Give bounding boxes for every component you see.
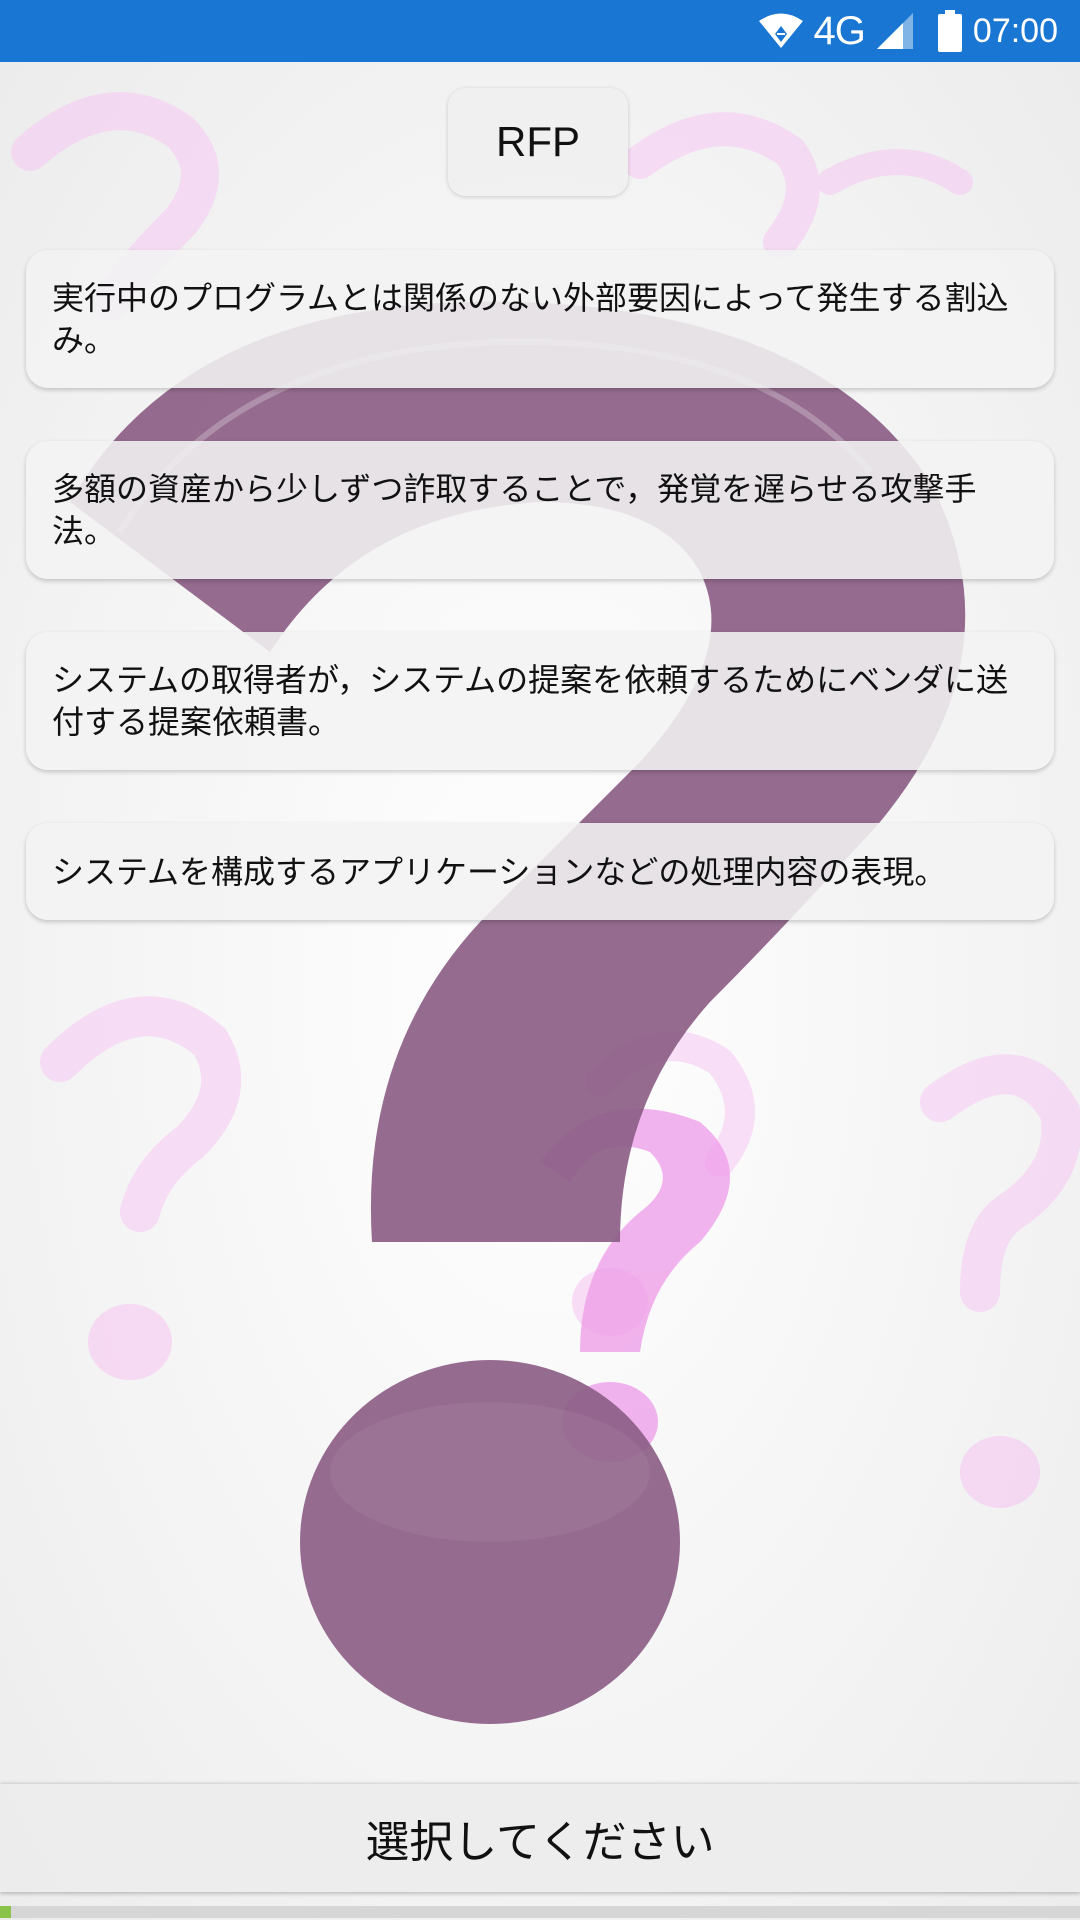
question-term: RFP (448, 88, 628, 196)
answer-option-2[interactable]: 多額の資産から少しずつ詐取することで，発覚を遅らせる攻撃手法。 (26, 441, 1054, 579)
clock: 07:00 (972, 11, 1058, 50)
network-type: 4G (813, 8, 866, 53)
answer-option-text: 実行中のプログラムとは関係のない外部要因によって発生する割込み。 (52, 279, 1009, 359)
select-prompt-button[interactable]: 選択してください (0, 1784, 1080, 1892)
answer-option-text: 多額の資産から少しずつ詐取することで，発覚を遅らせる攻撃手法。 (52, 470, 977, 550)
answer-option-4[interactable]: システムを構成するアプリケーションなどの処理内容の表現。 (26, 823, 1054, 920)
answer-option-3[interactable]: システムの取得者が，システムの提案を依頼するためにベンダに送付する提案依頼書。 (26, 632, 1054, 770)
progress-fill (0, 1906, 11, 1918)
wifi-icon (758, 12, 804, 50)
signal-icon (875, 11, 915, 51)
answer-option-text: システムを構成するアプリケーションなどの処理内容の表現。 (52, 852, 947, 891)
progress-bar (0, 1906, 1080, 1918)
answer-option-1[interactable]: 実行中のプログラムとは関係のない外部要因によって発生する割込み。 (26, 250, 1054, 388)
battery-icon (937, 10, 963, 52)
status-bar: 4G 07:00 (0, 0, 1080, 62)
answer-option-text: システムの取得者が，システムの提案を依頼するためにベンダに送付する提案依頼書。 (52, 661, 1009, 741)
